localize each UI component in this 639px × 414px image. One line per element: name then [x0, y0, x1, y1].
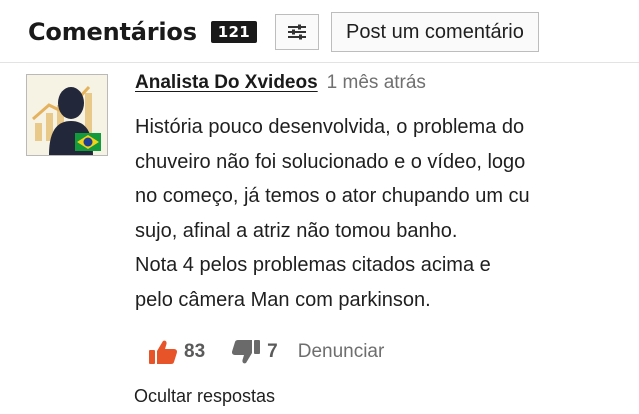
dislike-count: 7: [267, 341, 278, 362]
hide-replies-link[interactable]: Ocultar respostas: [134, 386, 275, 407]
sliders-icon: [288, 24, 306, 40]
comments-header: Comentários 121 Post um comentário: [28, 10, 539, 54]
user-silhouette-icon: [27, 75, 107, 155]
comment-line: sujo, afinal a atriz não tomou banho.: [135, 219, 458, 242]
comment-line: História pouco desenvolvida, o problema …: [135, 116, 525, 138]
comment-timestamp: 1 mês atrás: [326, 72, 426, 93]
comments-count-badge: 121: [210, 21, 257, 43]
sort-filter-button[interactable]: [275, 14, 319, 50]
comment-line: Nota 4 pelos problemas citados acima e: [135, 254, 491, 276]
like-count: 83: [184, 341, 206, 362]
avatar[interactable]: [26, 74, 108, 156]
comment: Analista Do Xvideos 1 mês atrás História…: [135, 72, 630, 317]
comment-body: História pouco desenvolvida, o problema …: [135, 110, 630, 317]
comment-line: no começo, já temos o ator chupando um c…: [135, 185, 530, 207]
comment-actions: 83 7 Denunciar: [148, 338, 384, 366]
thumbs-up-icon[interactable]: [148, 339, 178, 365]
thumbs-down-icon[interactable]: [231, 339, 261, 365]
comment-line: chuveiro não foi solucionado e o vídeo, …: [135, 150, 526, 173]
comment-meta: Analista Do Xvideos 1 mês atrás: [135, 72, 630, 102]
header-divider: [0, 62, 639, 63]
comment-author-link[interactable]: Analista Do Xvideos: [135, 72, 318, 94]
report-link[interactable]: Denunciar: [298, 341, 385, 363]
comment-line: pelo câmera Man com parkinson.: [135, 288, 431, 311]
post-comment-button[interactable]: Post um comentário: [331, 12, 539, 52]
comments-title: Comentários: [28, 18, 197, 46]
